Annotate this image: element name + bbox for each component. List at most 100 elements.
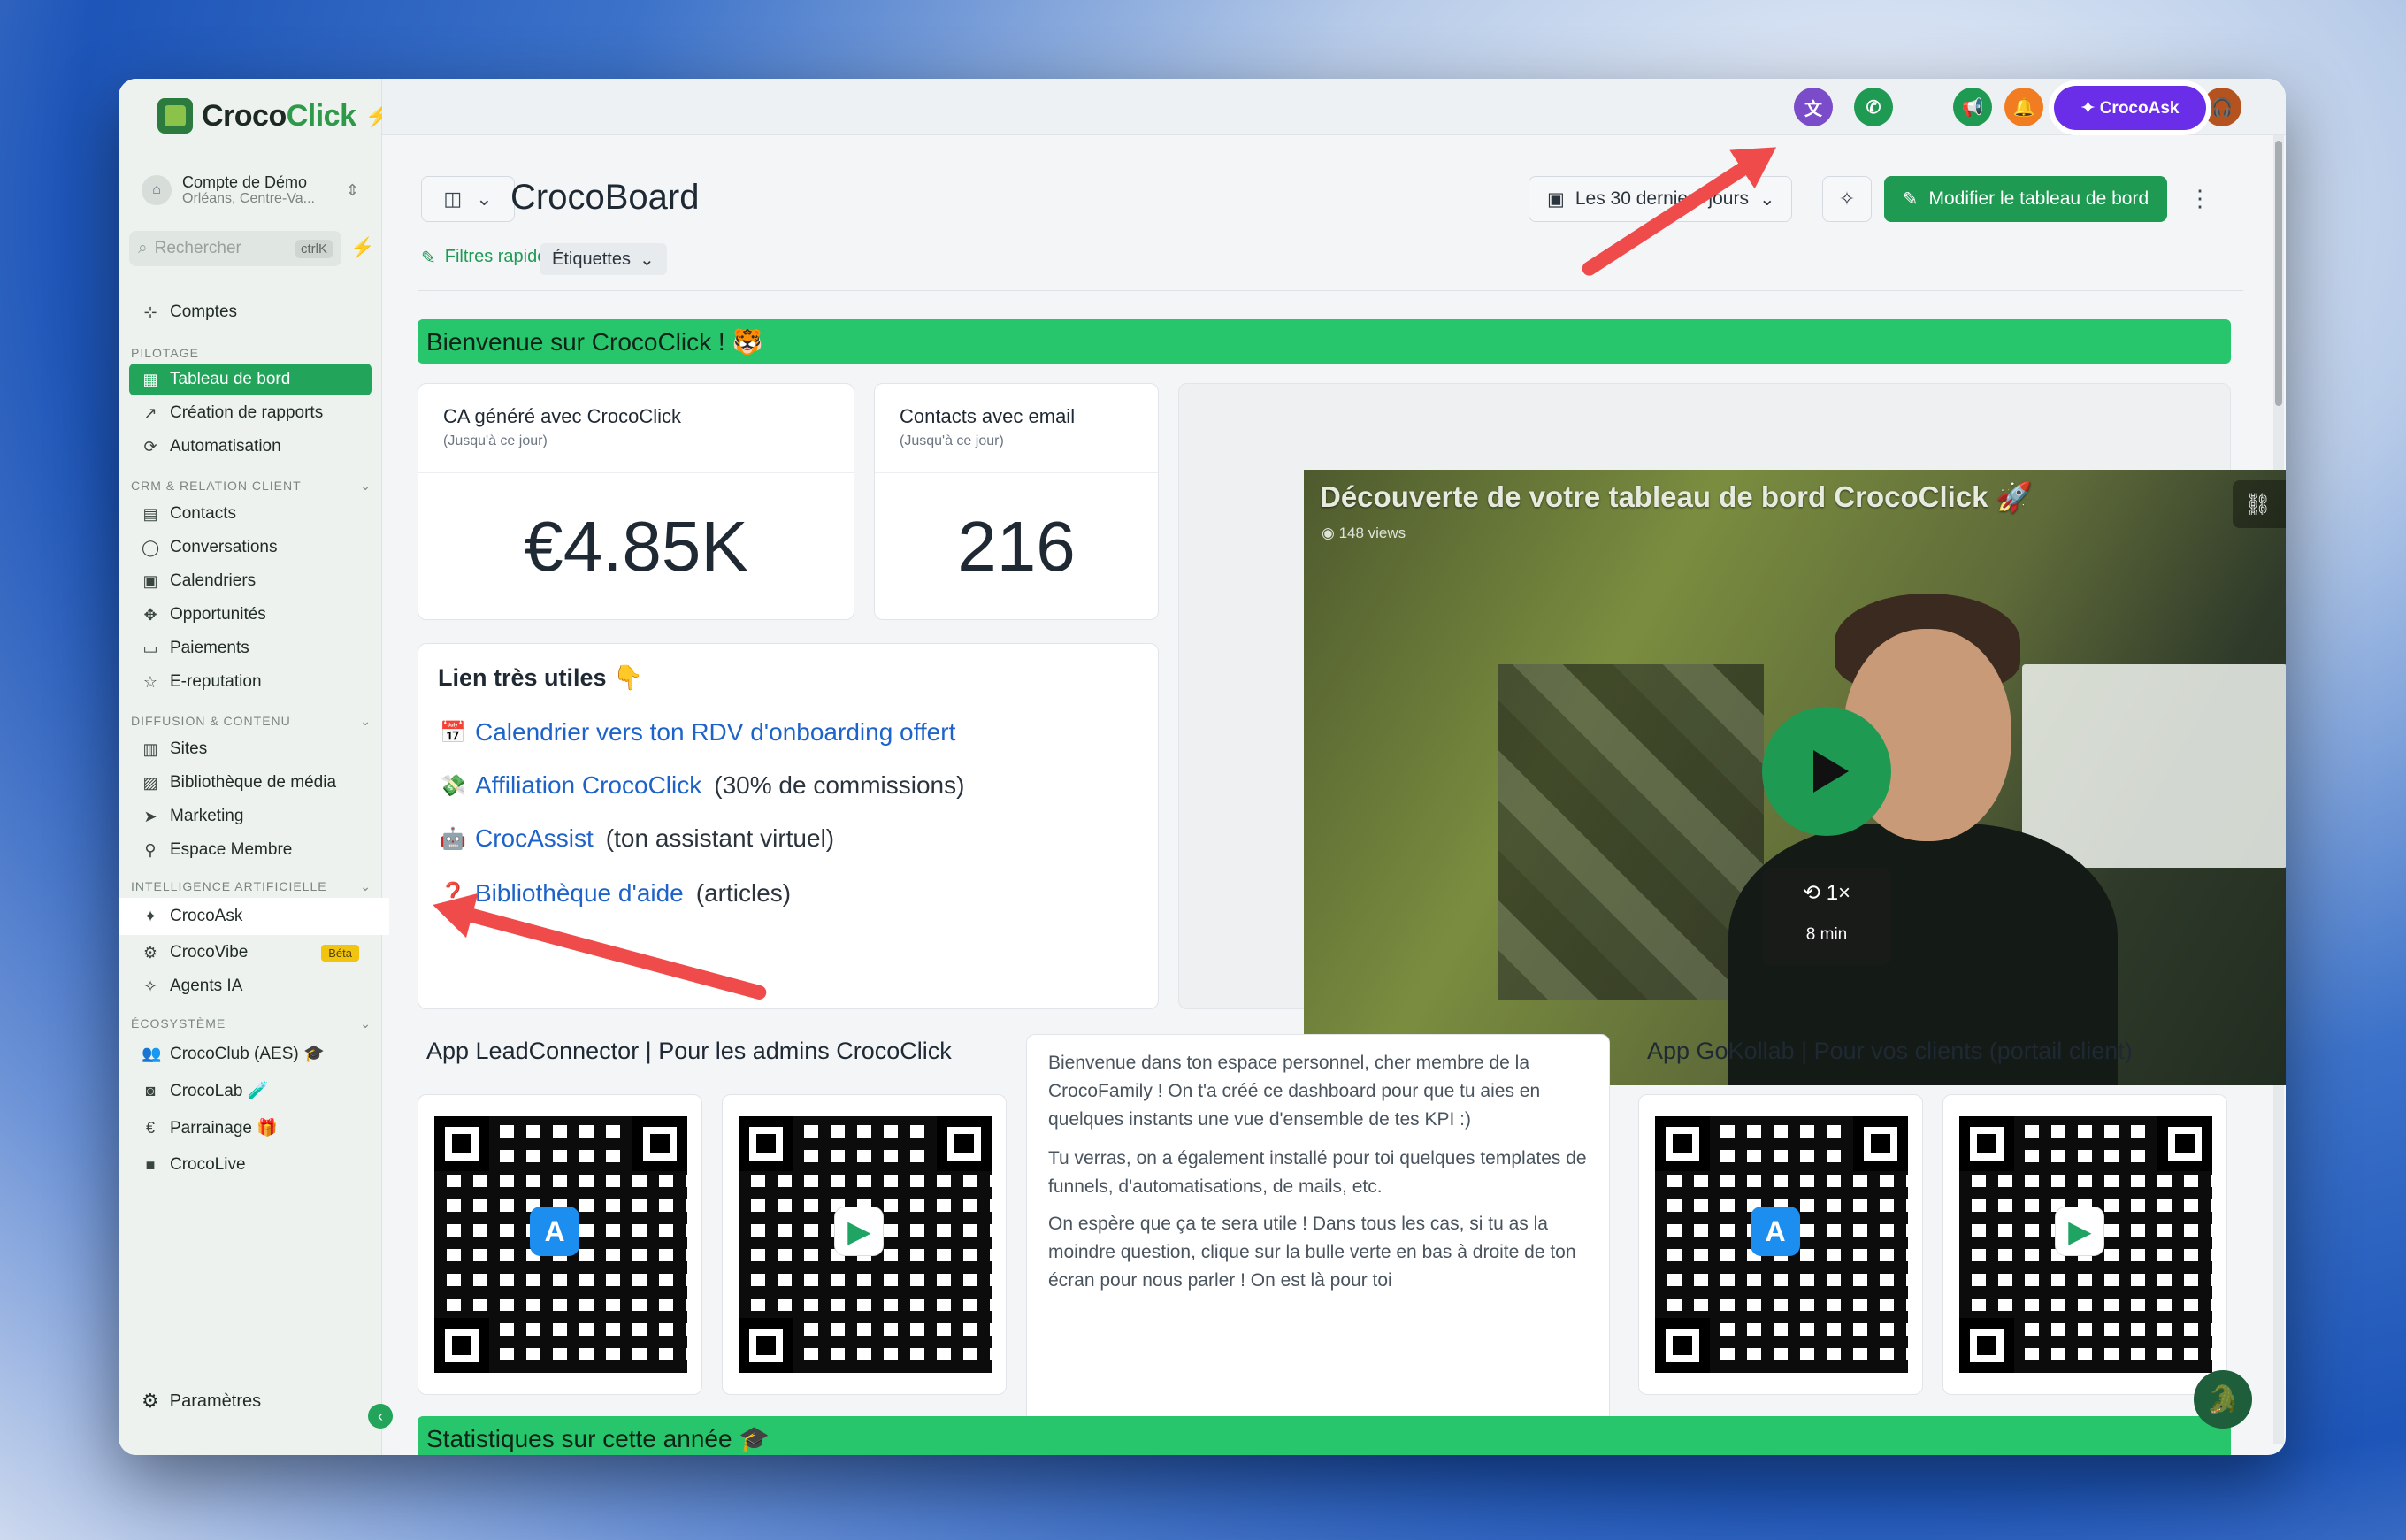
google-play-icon: ▶ [834, 1207, 884, 1256]
onboarding-link[interactable]: Calendrier vers ton RDV d'onboarding off… [475, 718, 955, 747]
section-ecosysteme[interactable]: ÉCOSYSTÈME ⌄ [131, 1016, 372, 1031]
sidebar-item-bibliotheque-media[interactable]: ▨ Bibliothèque de média [129, 767, 372, 799]
headset-icon[interactable]: 🎧 [2203, 88, 2241, 126]
app-store-icon: A [1751, 1207, 1800, 1256]
account-location: Orléans, Centre-Va... [182, 191, 315, 206]
play-button[interactable] [1762, 707, 1891, 836]
welcome-text-card: Bienvenue dans ton espace personnel, che… [1026, 1034, 1610, 1455]
sidebar-item-comptes[interactable]: ⊹ Comptes [129, 296, 372, 328]
layout-selector[interactable]: ◫ ⌄ [421, 176, 515, 222]
edit-dashboard-button[interactable]: ✎ Modifier le tableau de bord [1884, 176, 2167, 222]
sidebar-item-crococlub[interactable]: 👥 CrocoClub (AES) 🎓 [129, 1038, 372, 1069]
chat-bubble-icon: ◯ [142, 538, 160, 556]
send-icon: ➤ [143, 807, 157, 825]
welcome-paragraph: Tu verras, on a également installé pour … [1048, 1148, 1587, 1197]
users-icon: 👥 [142, 1044, 162, 1062]
sidebar-item-contacts[interactable]: ▤ Contacts [129, 498, 372, 530]
search-shortcut: ctrlK [295, 239, 333, 258]
chevron-down-icon: ⌄ [360, 479, 372, 493]
sidebar-item-parrainage[interactable]: € Parrainage 🎁 [129, 1112, 372, 1144]
crocoask-button[interactable]: ✦ CrocoAsk [2054, 86, 2206, 130]
qr-playstore-gokollab[interactable]: ▶ [1942, 1094, 2227, 1395]
sidebar-item-paiements[interactable]: ▭ Paiements [129, 632, 372, 664]
kpi-title: CA généré avec CrocoClick [443, 405, 682, 427]
chat-bubble-button[interactable]: 🐊 [2194, 1370, 2252, 1429]
sidebar-item-marketing[interactable]: ➤ Marketing [129, 801, 372, 832]
sidebar-item-crocolab[interactable]: ◙ CrocoLab 🧪 [129, 1075, 372, 1107]
playback-speed[interactable]: ⟲ 1× 8 min [1762, 868, 1891, 965]
welcome-paragraph: Bienvenue dans ton espace personnel, che… [1048, 1053, 1541, 1130]
layout-icon: ◫ [443, 188, 463, 210]
chart-trend-icon: ↗ [143, 403, 157, 422]
quick-filters-link[interactable]: ✎ Filtres rapides [421, 247, 556, 269]
magic-wand-icon: ✧ [1838, 188, 1856, 210]
qr-appstore-gokollab[interactable]: A [1638, 1094, 1923, 1395]
chevron-down-icon: ⌄ [476, 188, 493, 210]
collapse-sidebar-button[interactable]: ‹ [368, 1404, 393, 1429]
eye-icon: ◉ [1322, 525, 1339, 541]
sidebar-item-e-reputation[interactable]: ☆ E-reputation [129, 666, 372, 698]
sidebar-item-agents-ia[interactable]: ✧ Agents IA [129, 970, 372, 1002]
sidebar-item-crocolive[interactable]: ■ CrocoLive [129, 1149, 372, 1181]
payments-icon: ▭ [142, 639, 158, 657]
announcement-icon[interactable]: 📢 [1953, 88, 1992, 126]
translate-icon[interactable]: 文 [1794, 88, 1833, 126]
sidebar-item-calendriers[interactable]: ▣ Calendriers [129, 565, 372, 597]
accounts-icon: ⊹ [143, 303, 157, 321]
phone-icon[interactable]: ✆ [1854, 88, 1893, 126]
section-ia[interactable]: INTELLIGENCE ARTIFICIELLE ⌄ [131, 879, 372, 894]
gokollab-title: App GoKollab | Pour vos clients (portail… [1647, 1038, 2133, 1064]
kpi-value: €4.85K [524, 507, 748, 586]
sidebar-item-automatisation[interactable]: ⟳ Automatisation [129, 431, 372, 463]
labels-dropdown[interactable]: Étiquettes ⌄ [540, 243, 667, 275]
bell-icon[interactable]: 🔔 [2004, 88, 2043, 126]
sidebar-item-espace-membre[interactable]: ⚲ Espace Membre [129, 834, 372, 866]
qr-appstore-leadconnector[interactable]: A [418, 1094, 702, 1395]
magic-wand-button[interactable]: ✧ [1822, 176, 1872, 222]
section-diffusion[interactable]: DIFFUSION & CONTENU ⌄ [131, 714, 372, 729]
calendar-icon: ▣ [142, 571, 158, 590]
dashboard-icon: ▦ [142, 370, 158, 388]
crocassist-link[interactable]: CrocAssist [475, 824, 594, 853]
account-name: Compte de Démo [182, 173, 308, 191]
sidebar-item-crocoask[interactable]: ✦ CrocoAsk [119, 898, 389, 935]
logo[interactable]: CrocoClick ⚡ [157, 98, 391, 134]
sidebar-item-tableau-de-bord[interactable]: ▦ Tableau de bord [129, 364, 372, 395]
sidebar-item-opportunites[interactable]: ✥ Opportunités [129, 599, 372, 631]
search-input[interactable]: ⌕ Rechercher ctrlK [129, 231, 341, 266]
qr-playstore-leadconnector[interactable]: ▶ [722, 1094, 1007, 1395]
member-icon: ⚲ [144, 840, 157, 859]
list-item: 💸 Affiliation CrocoClick (30% de commissio… [440, 771, 965, 800]
account-avatar: ⌂ [142, 175, 172, 205]
account-switcher[interactable]: ⌂ Compte de Démo Orléans, Centre-Va... ⇕ [131, 165, 370, 215]
chevron-down-icon: ⌄ [1759, 188, 1775, 210]
calendar-icon: ▣ [1547, 188, 1565, 210]
video-duration: 8 min [1805, 925, 1848, 944]
stats-banner: Statistiques sur cette année 🎓 [418, 1416, 2231, 1455]
more-options-icon[interactable]: ⋮ [2188, 185, 2211, 212]
leadconnector-title: App LeadConnector | Pour les admins Croc… [426, 1038, 952, 1064]
link-icon[interactable]: ⛓ [2244, 492, 2271, 517]
sidebar-item-crocovibe[interactable]: ⚙ CrocoVibe Béta [129, 937, 372, 969]
app-window: CrocoClick ⚡ ⌂ Compte de Démo Orléans, C… [119, 79, 2286, 1455]
kpi-card-contacts: Contacts avec email (Jusqu'à ce jour) 21… [874, 383, 1159, 620]
section-crm[interactable]: CRM & RELATION CLIENT ⌄ [131, 479, 372, 494]
quick-action-bolt-icon[interactable]: ⚡ [350, 236, 374, 259]
money-emoji-icon: 💸 [440, 773, 466, 798]
pencil-icon: ✎ [1902, 188, 1919, 210]
sidebar-item-rapports[interactable]: ↗ Création de rapports [129, 397, 372, 429]
speed-icon: ⟲ [1802, 881, 1827, 905]
sidebar-item-sites[interactable]: ▥ Sites [129, 733, 372, 765]
search-icon: ⌕ [138, 239, 148, 257]
google-play-icon: ▶ [2055, 1207, 2104, 1256]
affiliation-link[interactable]: Affiliation CrocoClick [475, 771, 701, 800]
chevron-down-icon: ⌄ [360, 1016, 372, 1030]
help-library-link[interactable]: Bibliothèque d'aide [475, 879, 684, 908]
settings-link[interactable]: ⚙ Paramètres [129, 1390, 372, 1413]
sidebar-item-conversations[interactable]: ◯ Conversations [129, 532, 372, 563]
agents-icon: ✧ [143, 977, 157, 995]
switch-chevron-icon: ⇕ [345, 180, 359, 199]
video-player[interactable]: Découverte de votre tableau de bord Croc… [1304, 470, 2286, 1085]
pencil-icon: ✎ [421, 249, 436, 268]
crococlick-logo-icon [157, 98, 193, 134]
